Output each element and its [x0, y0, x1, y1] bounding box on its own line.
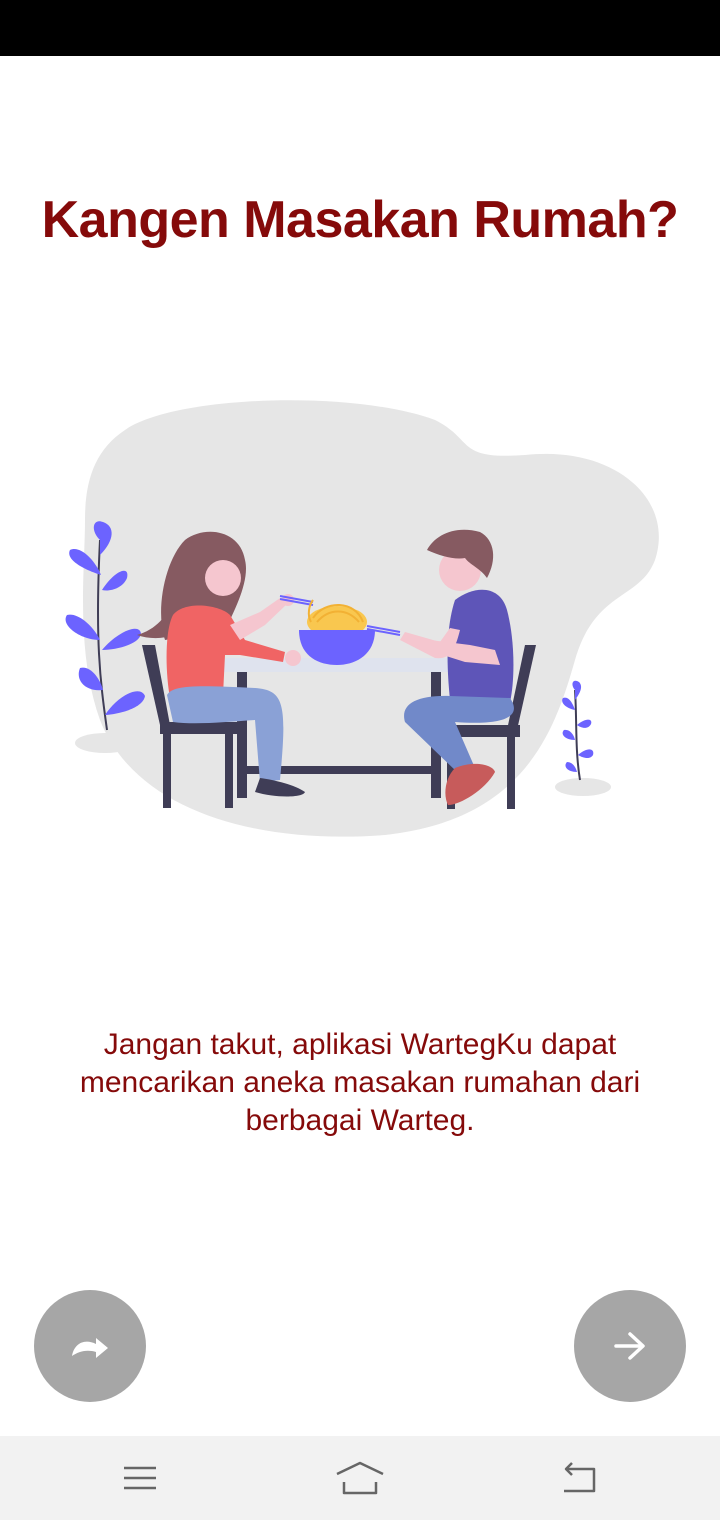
nav-menu-button[interactable] [110, 1456, 170, 1500]
menu-icon [124, 1466, 156, 1490]
couple-dining-illustration [65, 400, 659, 837]
right-plant-icon [555, 680, 611, 796]
status-bar [0, 0, 720, 56]
back-icon [564, 1462, 596, 1493]
redo-arrow-icon [72, 1338, 108, 1358]
onboarding-description: Jangan takut, aplikasi WartegKu dapat me… [79, 1028, 641, 1137]
system-navigation-bar [0, 1436, 720, 1520]
nav-home-button[interactable] [330, 1456, 390, 1500]
page-title: Kangen Masakan Rumah? [41, 191, 679, 249]
next-button[interactable] [574, 1290, 686, 1402]
nav-back-button[interactable] [550, 1456, 610, 1500]
arrow-right-icon [614, 1332, 645, 1360]
home-icon [336, 1461, 384, 1495]
skip-button[interactable] [34, 1290, 146, 1402]
